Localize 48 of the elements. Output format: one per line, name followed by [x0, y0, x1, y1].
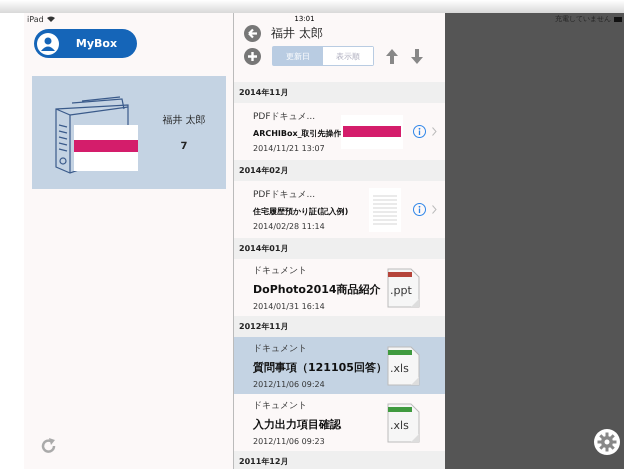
- document-date: 2012/11/06 09:23: [253, 437, 326, 446]
- document-row[interactable]: ドキュメント 質問事項（121105回答） 2012/11/06 09:24 .xls: [234, 337, 445, 394]
- info-icon[interactable]: [413, 203, 426, 216]
- battery-icon: [614, 16, 622, 22]
- info-icon[interactable]: [413, 125, 426, 138]
- wifi-icon: [46, 16, 55, 22]
- document-type: ドキュメント: [253, 265, 308, 277]
- file-icon: [388, 346, 420, 385]
- settings-icon[interactable]: [594, 429, 620, 455]
- document-type: ドキュメント: [253, 343, 308, 355]
- section-header: 2014年11月: [234, 82, 445, 103]
- section-header: 2012年11月: [234, 316, 445, 337]
- file-icon: [388, 403, 420, 442]
- arrow-down-icon[interactable]: [411, 48, 423, 64]
- document-type: PDFドキュメ...: [253, 111, 316, 123]
- device-name: iPad: [27, 14, 44, 24]
- mybox-button[interactable]: MyBox: [34, 29, 137, 58]
- refresh-icon[interactable]: [40, 437, 58, 455]
- box-owner: 福井 太郎: [162, 114, 206, 127]
- add-icon[interactable]: [244, 48, 261, 64]
- document-title: 入力出力項目確認: [253, 417, 342, 432]
- document-date: 2014/01/31 16:14: [253, 302, 326, 311]
- chevron-icon: [432, 127, 437, 136]
- file-icon: [388, 268, 420, 307]
- document-date: 2012/11/06 09:24: [253, 380, 326, 389]
- document-title: 質問事項（121105回答）: [253, 360, 387, 375]
- document-type: ドキュメント: [253, 400, 308, 412]
- document-title: 住宅履歴預かり証(記入例): [253, 206, 350, 217]
- person-icon: [37, 32, 59, 54]
- arrow-up-icon[interactable]: [386, 48, 398, 64]
- chevron-icon: [432, 205, 437, 214]
- document-count: 7: [180, 141, 188, 152]
- file-extension: .ppt: [390, 284, 412, 296]
- section-header: 2014年02月: [234, 160, 445, 181]
- back-icon[interactable]: [244, 25, 261, 42]
- file-extension: .xls: [390, 362, 409, 374]
- document-type: PDFドキュメ...: [253, 189, 316, 201]
- document-thumbnail: [341, 114, 403, 148]
- list-title: 福井 太郎: [271, 25, 323, 42]
- document-title: ARCHIBox_取引先操作: [253, 128, 343, 139]
- section-header: 2014年01月: [234, 238, 445, 259]
- file-extension: .xls: [390, 418, 409, 432]
- document-date: 2014/02/28 11:14: [253, 222, 326, 231]
- document-thumbnail: [369, 188, 401, 232]
- section-header: 2011年12月: [234, 451, 445, 469]
- document-date: 2014/11/21 13:07: [253, 144, 326, 153]
- document-title: DoPhoto2014商品紹介: [253, 282, 382, 297]
- box-card[interactable]: 福井 太郎 7: [32, 76, 226, 189]
